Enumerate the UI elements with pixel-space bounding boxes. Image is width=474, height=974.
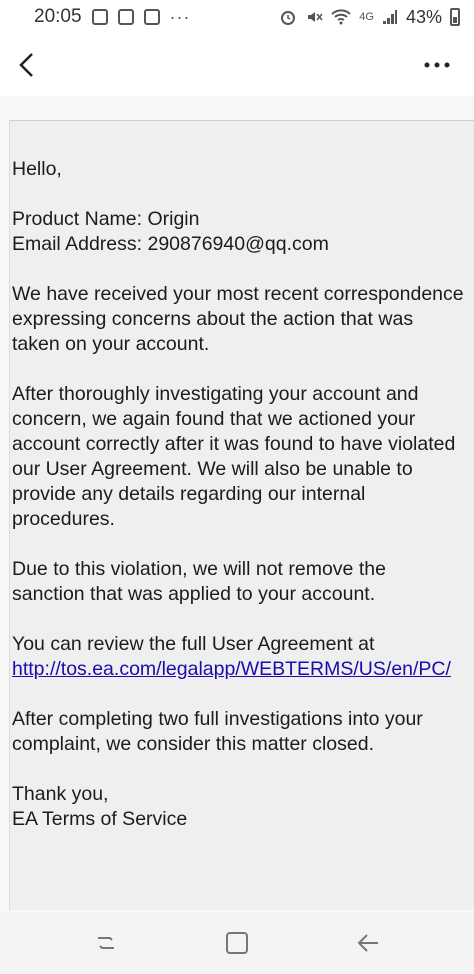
email-address-label: Email Address: xyxy=(12,233,148,255)
product-name: Product Name: Origin xyxy=(12,208,200,230)
app-bar xyxy=(0,34,474,96)
navigation-bar xyxy=(0,912,474,974)
wifi-icon xyxy=(331,9,351,25)
back-arrow-icon xyxy=(357,934,379,952)
paragraph-correspondence: We have received your most recent corres… xyxy=(12,283,464,355)
signature-block: Thank you, EA Terms of Service xyxy=(12,782,474,832)
more-vertical-icon xyxy=(424,62,450,68)
paragraph-closed: After completing two full investigations… xyxy=(12,708,423,755)
battery-icon xyxy=(450,8,460,26)
home-button[interactable] xyxy=(217,923,257,963)
details-block: Product Name: Origin Email Address: 2908… xyxy=(12,207,474,257)
user-agreement-link[interactable]: http://tos.ea.com/legalapp/WEBTERMS/US/e… xyxy=(12,658,451,680)
paragraph-violation: Due to this violation, we will not remov… xyxy=(12,558,386,605)
paragraph-investigation: After thoroughly investigating your acco… xyxy=(12,383,456,530)
network-type: 4G xyxy=(359,11,374,23)
email-card: Hello, Product Name: Origin Email Addres… xyxy=(9,120,474,910)
email-address-value: 290876940@qq.com xyxy=(147,233,329,255)
image-icon xyxy=(143,9,160,25)
signature: EA Terms of Service xyxy=(12,808,188,830)
notification-icon xyxy=(91,9,108,25)
paragraph-user-agreement: You can review the full User Agreement a… xyxy=(12,633,451,680)
status-bar: 20:05 ··· 4G 43% xyxy=(0,0,474,34)
email-body: Hello, Product Name: Origin Email Addres… xyxy=(12,157,474,857)
system-back-button[interactable] xyxy=(348,923,388,963)
signal-icon xyxy=(382,10,397,24)
back-button[interactable] xyxy=(10,48,44,82)
calendar-icon xyxy=(117,9,134,25)
recents-button[interactable] xyxy=(86,923,126,963)
more-notifications-icon: ··· xyxy=(169,6,191,27)
sender-logo xyxy=(30,96,230,98)
email-address-line: Email Address: 290876940@qq.com xyxy=(12,232,474,257)
battery-percent: 43% xyxy=(405,6,442,27)
home-icon xyxy=(225,932,248,954)
email-view[interactable]: Hello, Product Name: Origin Email Addres… xyxy=(0,96,474,912)
alarm-icon xyxy=(281,11,296,25)
chevron-left-icon xyxy=(19,53,33,77)
mute-icon xyxy=(308,12,323,22)
recents-icon xyxy=(97,937,114,949)
sign-off: Thank you, xyxy=(12,783,109,805)
more-options-button[interactable] xyxy=(420,48,454,82)
status-time: 20:05 xyxy=(34,6,82,27)
greeting: Hello, xyxy=(12,158,62,180)
